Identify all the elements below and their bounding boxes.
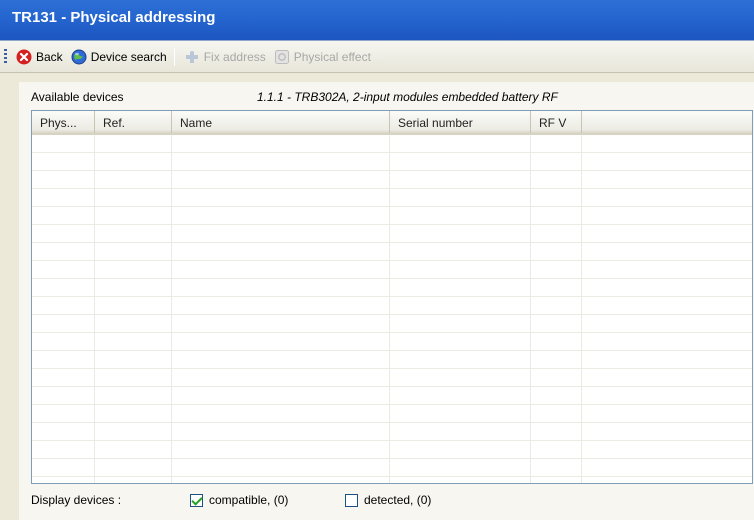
detected-label: detected, (0) — [364, 493, 432, 507]
column-divider — [389, 135, 390, 483]
column-header-serial-number[interactable]: Serial number — [390, 111, 531, 133]
column-header-rf-version[interactable]: RF V — [531, 111, 582, 133]
back-icon — [16, 49, 32, 65]
display-devices-label: Display devices : — [31, 493, 122, 507]
available-devices-label: Available devices — [31, 90, 124, 104]
toolbar: Back Device search Fix address Physical … — [0, 41, 754, 73]
compatible-checkbox[interactable] — [190, 493, 203, 507]
column-header-ref[interactable]: Ref. — [95, 111, 172, 133]
compatible-label: compatible, (0) — [209, 493, 289, 507]
device-search-button-label: Device search — [90, 49, 167, 64]
back-button[interactable]: Back — [13, 46, 66, 68]
column-header-name[interactable]: Name — [172, 111, 390, 133]
devices-panel: Available devices 1.1.1 - TRB302A, 2-inp… — [19, 82, 754, 520]
device-search-button[interactable]: Device search — [68, 46, 170, 68]
toolbar-grip-handle[interactable] — [4, 48, 7, 65]
window-title-bar: TR131 - Physical addressing — [0, 0, 754, 41]
physical-effect-button-label: Physical effect — [293, 49, 371, 64]
physical-effect-icon — [274, 49, 290, 65]
column-divider — [94, 135, 95, 483]
table-body — [32, 135, 752, 483]
column-header-physical[interactable]: Phys... — [32, 111, 95, 133]
display-devices-filter: Display devices : compatible, (0) detect… — [31, 493, 431, 507]
window-title: TR131 - Physical addressing — [12, 9, 216, 26]
column-divider — [530, 135, 531, 483]
detected-filter-option[interactable]: detected, (0) — [345, 493, 431, 507]
globe-search-icon — [71, 49, 87, 65]
selected-device-title: 1.1.1 - TRB302A, 2-input modules embedde… — [257, 90, 558, 104]
compatible-filter-option[interactable]: compatible, (0) — [190, 493, 288, 507]
devices-table[interactable]: Phys... Ref. Name Serial number RF V — [31, 110, 753, 484]
toolbar-separator — [173, 47, 175, 66]
back-button-label: Back — [36, 49, 63, 64]
fix-address-button[interactable]: Fix address — [181, 46, 269, 68]
table-header: Phys... Ref. Name Serial number RF V — [32, 111, 752, 135]
column-divider — [581, 135, 582, 483]
physical-effect-button[interactable]: Physical effect — [271, 46, 374, 68]
detected-checkbox[interactable] — [345, 493, 358, 507]
puzzle-icon — [184, 49, 200, 65]
fix-address-button-label: Fix address — [203, 49, 266, 64]
column-divider — [171, 135, 172, 483]
